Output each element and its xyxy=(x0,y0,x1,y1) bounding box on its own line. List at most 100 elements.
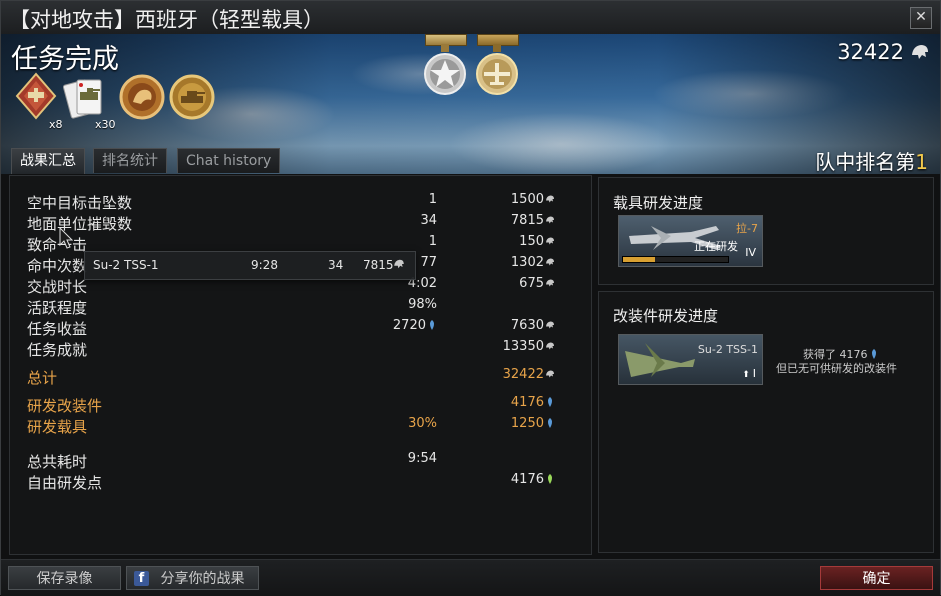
stat-reward-text: 13350 xyxy=(502,339,544,354)
lion-medal-icon[interactable] xyxy=(119,74,165,124)
stat-reward: 4176 xyxy=(511,395,555,410)
tab-ranking-stats[interactable]: 排名统计 xyxy=(93,148,167,173)
stat-label: 致命一击 xyxy=(27,236,88,254)
stat-reward: 1500 xyxy=(511,192,555,207)
research-points-icon xyxy=(548,397,552,407)
stat-reward-text: 7815 xyxy=(510,213,544,228)
lion-currency-icon xyxy=(394,259,404,269)
stat-row: 任务收益 2720 7630 xyxy=(17,318,577,338)
tooltip-kills: 34 xyxy=(328,258,344,272)
title-bar: 【对地攻击】西班牙（轻型载具） ✕ xyxy=(1,1,940,35)
free-research-points-icon xyxy=(548,474,552,484)
stat-row: 地面单位摧毁数 34 7815 xyxy=(17,213,577,233)
vehicle-rank: IV xyxy=(745,246,756,259)
modification-vehicle-card[interactable]: Su-2 TSS-1 ⬆ I xyxy=(618,334,763,385)
stat-row: 总计 32422 xyxy=(17,367,577,387)
stat-row: 研发载具 30% 1250 xyxy=(17,416,577,436)
stat-value-text: 9:54 xyxy=(407,451,437,466)
lion-currency-icon xyxy=(546,216,554,224)
stat-value-text: 1 xyxy=(428,234,437,249)
gold-plane-medal-icon[interactable] xyxy=(475,34,519,100)
team-rank: 队中排名第1 xyxy=(815,146,928,174)
stat-reward: 7630 xyxy=(511,318,555,333)
stat-value: 34 xyxy=(420,213,437,228)
share-results-button[interactable]: f 分享你的战果 xyxy=(126,566,259,590)
tab-chat-history[interactable]: Chat history xyxy=(177,148,281,173)
stat-label: 空中目标击坠数 xyxy=(27,194,133,212)
tank-medal-icon[interactable] xyxy=(169,74,215,124)
stat-value: 2720 xyxy=(393,318,437,333)
lion-currency-icon xyxy=(912,45,928,59)
award-count: x8 xyxy=(49,118,63,131)
lion-currency-icon xyxy=(546,370,554,378)
stat-row: 任务成就 13350 xyxy=(17,339,577,359)
save-replay-button[interactable]: 保存录像 xyxy=(8,566,121,590)
tooltip-score: 7815 xyxy=(363,258,394,272)
stat-row: 空中目标击坠数 1 1500 xyxy=(17,192,577,212)
research-points-icon xyxy=(871,349,876,359)
stat-label: 研发载具 xyxy=(27,418,88,436)
modification-research-title: 改装件研发进度 xyxy=(613,307,719,325)
stat-value-text: 34 xyxy=(420,213,437,228)
rank-arrow-icon: ⬆ xyxy=(742,370,750,380)
stat-label: 总共耗时 xyxy=(27,453,88,471)
stat-label: 自由研发点 xyxy=(27,474,103,492)
stat-row: 研发改装件 4176 xyxy=(17,395,577,415)
debriefing-window: 【对地攻击】西班牙（轻型载具） ✕ 任务完成 x8 x30 32422 队中排名… xyxy=(0,0,941,596)
stat-label: 任务收益 xyxy=(27,320,88,338)
vehicle-research-card[interactable]: 拉-7 正在研发 IV xyxy=(618,215,763,267)
stat-value: 9:54 xyxy=(408,451,437,466)
stat-reward: 150 xyxy=(519,234,555,249)
stat-label: 活跃程度 xyxy=(27,299,88,317)
stat-reward: 675 xyxy=(519,276,555,291)
stat-reward: 4176 xyxy=(511,472,555,487)
bottom-bar: 保存录像 f 分享你的战果 确定 xyxy=(1,559,940,596)
progress-fill xyxy=(623,257,655,262)
tab-battle-summary[interactable]: 战果汇总 xyxy=(11,148,85,174)
vehicle-score-tooltip: Su-2 TSS-1 9:28 34 7815 xyxy=(84,251,416,280)
stat-row: 活跃程度 98% xyxy=(17,297,577,317)
modification-vehicle-rank: ⬆ I xyxy=(742,367,756,380)
vehicle-research-status: 正在研发 xyxy=(694,240,738,253)
lion-currency-icon xyxy=(546,258,554,266)
stat-label: 研发改装件 xyxy=(27,397,103,415)
close-button[interactable]: ✕ xyxy=(910,7,932,29)
vehicle-research-name: 拉-7 xyxy=(736,222,758,235)
vehicle-research-title: 载具研发进度 xyxy=(613,194,704,212)
stat-value-text: 77 xyxy=(420,255,437,270)
stat-reward: 1250 xyxy=(511,416,555,431)
stat-value-text: 98% xyxy=(408,297,437,312)
plane-su2-icon xyxy=(625,343,695,377)
rank-value: 1 xyxy=(915,150,928,174)
stat-reward-text: 1500 xyxy=(510,192,544,207)
stat-value: 1 xyxy=(429,192,437,207)
stat-value-text: 1 xyxy=(428,192,437,207)
stat-value: 98% xyxy=(408,297,437,312)
modification-research-panel: 改装件研发进度 Su-2 TSS-1 ⬆ I 获得了 4176 但已无可供研发的改… xyxy=(598,291,934,553)
research-points-icon xyxy=(430,320,434,330)
award-count: x30 xyxy=(95,118,116,131)
stat-reward-text: 675 xyxy=(519,276,544,291)
rank-value: I xyxy=(752,367,756,380)
rank-label: 队中排名第 xyxy=(815,150,916,174)
confirm-button[interactable]: 确定 xyxy=(820,566,933,590)
stat-label: 地面单位摧毁数 xyxy=(27,215,133,233)
stat-reward: 1302 xyxy=(511,255,555,270)
tooltip-time: 9:28 xyxy=(251,258,278,272)
vehicle-research-panel: 载具研发进度 拉-7 正在研发 IV xyxy=(598,177,934,285)
stat-label: 交战时长 xyxy=(27,278,88,296)
stat-reward-text: 32422 xyxy=(502,367,544,382)
stat-value-text: 30% xyxy=(408,416,437,431)
stat-value: 77 xyxy=(420,255,437,270)
stat-label: 命中次数 xyxy=(27,257,88,275)
stat-label: 总计 xyxy=(27,369,58,387)
stat-reward-text: 4176 xyxy=(510,472,544,487)
silver-star-medal-icon[interactable] xyxy=(423,34,467,100)
stat-value: 30% xyxy=(408,416,437,431)
modification-note: 但已无可供研发的改装件 xyxy=(776,362,897,375)
stat-label: 任务成就 xyxy=(27,341,88,359)
stat-reward: 7815 xyxy=(511,213,555,228)
total-score: 32422 xyxy=(837,40,904,64)
stat-reward-text: 1302 xyxy=(510,255,544,270)
lion-currency-icon xyxy=(546,279,554,287)
